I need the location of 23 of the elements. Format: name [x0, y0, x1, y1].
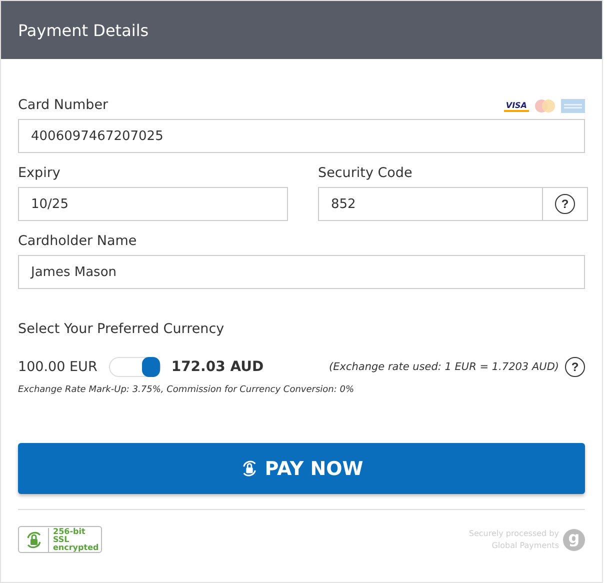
- field-label: Card Number: [18, 97, 108, 113]
- help-button[interactable]: ?: [565, 357, 585, 377]
- source-amount: 100.00 EUR: [18, 359, 98, 375]
- exchange-rate: (Exchange rate used: 1 EUR = 1.7203 AUD): [329, 361, 559, 373]
- field-label: Cardholder Name: [18, 233, 137, 249]
- currency-toggle[interactable]: [109, 357, 162, 377]
- currency-heading: Select Your Preferred Currency: [18, 321, 226, 337]
- expiry-field[interactable]: 10/25: [18, 187, 288, 221]
- field-label: Expiry: [18, 165, 60, 181]
- help-button[interactable]: ?: [555, 194, 575, 214]
- conversion-note: Exchange Rate Mark-Up: 3.75%, Commission for Currency Conversion: 0%: [18, 385, 356, 395]
- page-title: Payment Details: [18, 20, 149, 40]
- processor-logo: g: [563, 528, 585, 550]
- field-label: Security Code: [318, 165, 412, 181]
- cardholder-name-field[interactable]: James Mason: [18, 255, 585, 289]
- amex-icon: [561, 99, 585, 113]
- security-code-field[interactable]: 852: [318, 187, 543, 221]
- ssl-text: 256-bit SSL encrypted: [48, 528, 96, 552]
- mastercard-icon: [533, 99, 557, 113]
- card-number-field[interactable]: 4006097467207025: [18, 119, 585, 153]
- pay-now-button[interactable]: PAY NOW: [18, 443, 585, 494]
- visa-logo: VISA: [504, 100, 529, 112]
- converted-amount: 172.03 AUD: [171, 359, 264, 375]
